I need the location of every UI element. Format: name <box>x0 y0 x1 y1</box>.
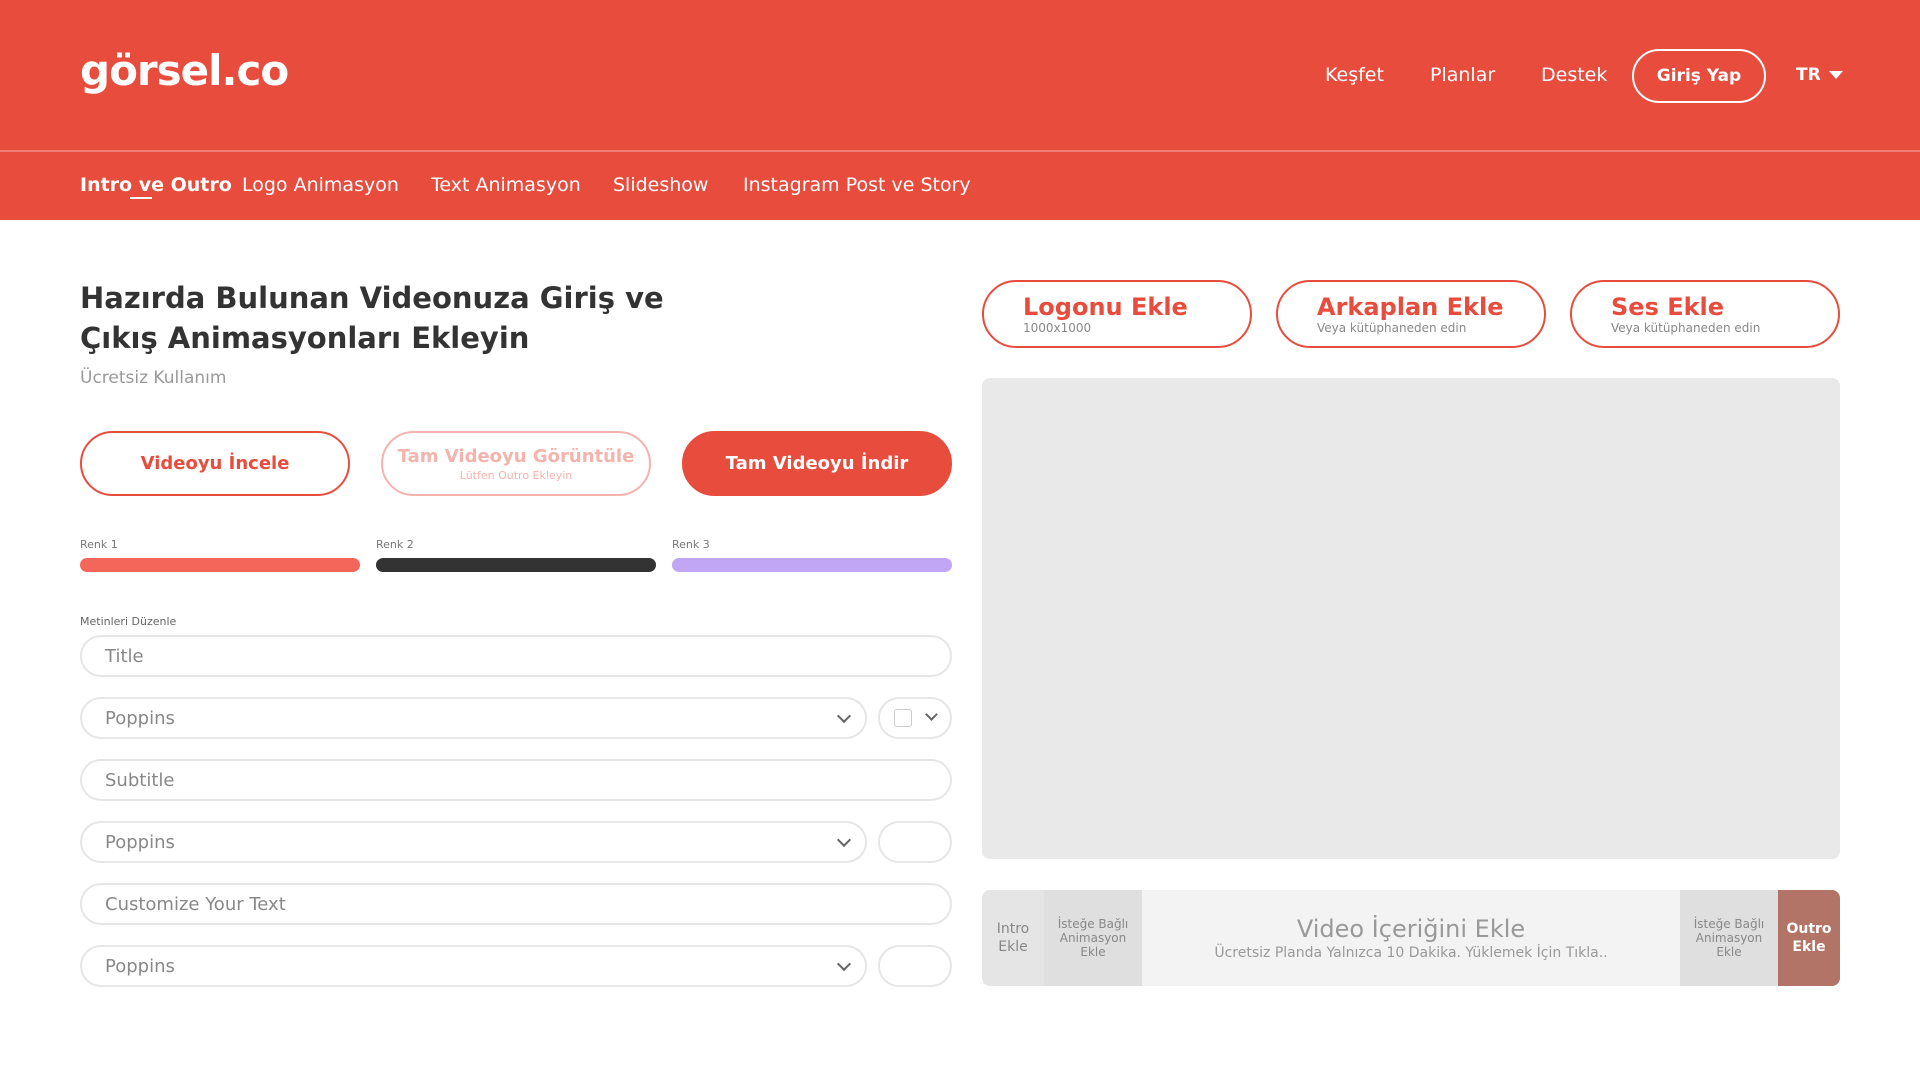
view-full-video-hint: Lütfen Outro Ekleyin <box>459 468 573 482</box>
outro-label-line2: Ekle <box>1792 939 1826 955</box>
subtitle-style-box[interactable] <box>878 821 952 863</box>
optional-label-line2: Animasyon <box>1059 931 1127 945</box>
view-full-video-button[interactable]: Tam Videoyu Görüntüle Lütfen Outro Ekley… <box>381 431 651 496</box>
chevron-down-icon <box>925 708 938 721</box>
title-font-select[interactable]: Poppins <box>80 697 867 739</box>
download-full-video-button[interactable]: Tam Videoyu İndir <box>682 431 952 496</box>
add-background-hint: Veya kütüphaneden edin <box>1317 321 1467 335</box>
nav-planlar[interactable]: Planlar <box>1430 64 1495 86</box>
page-title: Hazırda Bulunan Videonuza Giriş ve Çıkış… <box>80 281 664 355</box>
intro-label-line2: Ekle <box>998 939 1028 955</box>
color-3-swatch[interactable] <box>672 558 952 572</box>
subnav-logo-animasyon[interactable]: Logo Animasyon <box>242 174 399 196</box>
custom-text-font-select[interactable]: Poppins <box>80 945 867 987</box>
add-logo-hint: 1000x1000 <box>1023 321 1092 335</box>
optional-animation-slot-end[interactable]: İsteğe Bağlı Animasyon Ekle <box>1680 890 1778 986</box>
chevron-down-icon <box>836 832 852 848</box>
logo[interactable]: görsel.co <box>80 46 289 95</box>
video-timeline: Intro Ekle İsteğe Bağlı Animasyon Ekle V… <box>982 890 1840 986</box>
custom-text-style-box[interactable] <box>878 945 952 987</box>
review-video-label: Videoyu İncele <box>140 453 290 474</box>
subnav-instagram[interactable]: Instagram Post ve Story <box>743 174 971 196</box>
language-label: TR <box>1796 65 1821 85</box>
caret-down-icon <box>1828 71 1843 79</box>
add-background-button[interactable]: Arkaplan Ekle Veya kütüphaneden edin <box>1276 280 1546 348</box>
optional-end-label-line1: İsteğe Bağlı <box>1693 917 1765 931</box>
optional-label-line3: Ekle <box>1080 945 1106 959</box>
title-input-placeholder: Title <box>105 645 144 667</box>
language-selector[interactable]: TR <box>1796 65 1843 85</box>
subtitle-font-value: Poppins <box>105 831 175 853</box>
add-logo-label: Logonu Ekle <box>1023 293 1188 321</box>
custom-text-font-value: Poppins <box>105 955 175 977</box>
custom-text-placeholder: Customize Your Text <box>105 893 286 915</box>
checkbox[interactable] <box>894 709 912 727</box>
optional-label-line1: İsteğe Bağlı <box>1057 917 1129 931</box>
view-full-video-label: Tam Videoyu Görüntüle <box>397 445 635 467</box>
top-bar: görsel.co Keşfet Planlar Destek Giriş Ya… <box>0 0 1920 152</box>
edit-texts-label: Metinleri Düzenle <box>80 615 177 628</box>
video-content-title: Video İçeriğini Ekle <box>1296 915 1526 943</box>
color-2-swatch[interactable] <box>376 558 656 572</box>
color-1-label: Renk 1 <box>80 538 118 551</box>
intro-label-line1: Intro <box>996 921 1030 937</box>
color-3-label: Renk 3 <box>672 538 710 551</box>
subtitle-font-select[interactable]: Poppins <box>80 821 867 863</box>
title-font-value: Poppins <box>105 707 175 729</box>
add-audio-label: Ses Ekle <box>1611 293 1725 321</box>
subtitle-input-placeholder: Subtitle <box>105 769 175 791</box>
subtitle-input[interactable]: Subtitle <box>80 759 952 801</box>
color-2-label: Renk 2 <box>376 538 414 551</box>
subnav-slideshow[interactable]: Slideshow <box>613 174 708 196</box>
review-video-button[interactable]: Videoyu İncele <box>80 431 350 496</box>
page-subtitle: Ücretsiz Kullanım <box>80 368 227 388</box>
add-audio-hint: Veya kütüphaneden edin <box>1611 321 1761 335</box>
optional-end-label-line3: Ekle <box>1716 945 1742 959</box>
active-tab-underline <box>130 197 152 199</box>
video-preview[interactable] <box>982 378 1840 859</box>
add-outro-slot[interactable]: Outro Ekle <box>1778 890 1840 986</box>
add-intro-slot[interactable]: Intro Ekle <box>982 890 1044 986</box>
add-video-content-slot[interactable]: Video İçeriğini Ekle Ücretsiz Planda Yal… <box>1142 890 1680 986</box>
chevron-down-icon <box>836 956 852 972</box>
add-audio-button[interactable]: Ses Ekle Veya kütüphaneden edin <box>1570 280 1840 348</box>
custom-text-input[interactable]: Customize Your Text <box>80 883 952 925</box>
chevron-down-icon <box>836 708 852 724</box>
optional-end-label-line2: Animasyon <box>1695 931 1763 945</box>
download-full-video-label: Tam Videoyu İndir <box>725 453 909 474</box>
color-1-swatch[interactable] <box>80 558 360 572</box>
nav-kesfet[interactable]: Keşfet <box>1325 64 1384 86</box>
title-style-toggle[interactable] <box>878 697 952 739</box>
title-input[interactable]: Title <box>80 635 952 677</box>
nav-destek[interactable]: Destek <box>1541 64 1607 86</box>
add-logo-button[interactable]: Logonu Ekle 1000x1000 <box>982 280 1252 348</box>
optional-animation-slot-start[interactable]: İsteğe Bağlı Animasyon Ekle <box>1044 890 1142 986</box>
add-background-label: Arkaplan Ekle <box>1317 293 1504 321</box>
outro-label-line1: Outro <box>1786 921 1832 937</box>
login-button[interactable]: Giriş Yap <box>1632 49 1766 103</box>
subnav-intro-outro[interactable]: Intro ve Outro <box>80 174 232 196</box>
video-content-hint: Ücretsiz Planda Yalnızca 10 Dakika. Yükl… <box>1214 945 1608 961</box>
header: görsel.co Keşfet Planlar Destek Giriş Ya… <box>0 0 1920 220</box>
subnav-text-animasyon[interactable]: Text Animasyon <box>431 174 581 196</box>
